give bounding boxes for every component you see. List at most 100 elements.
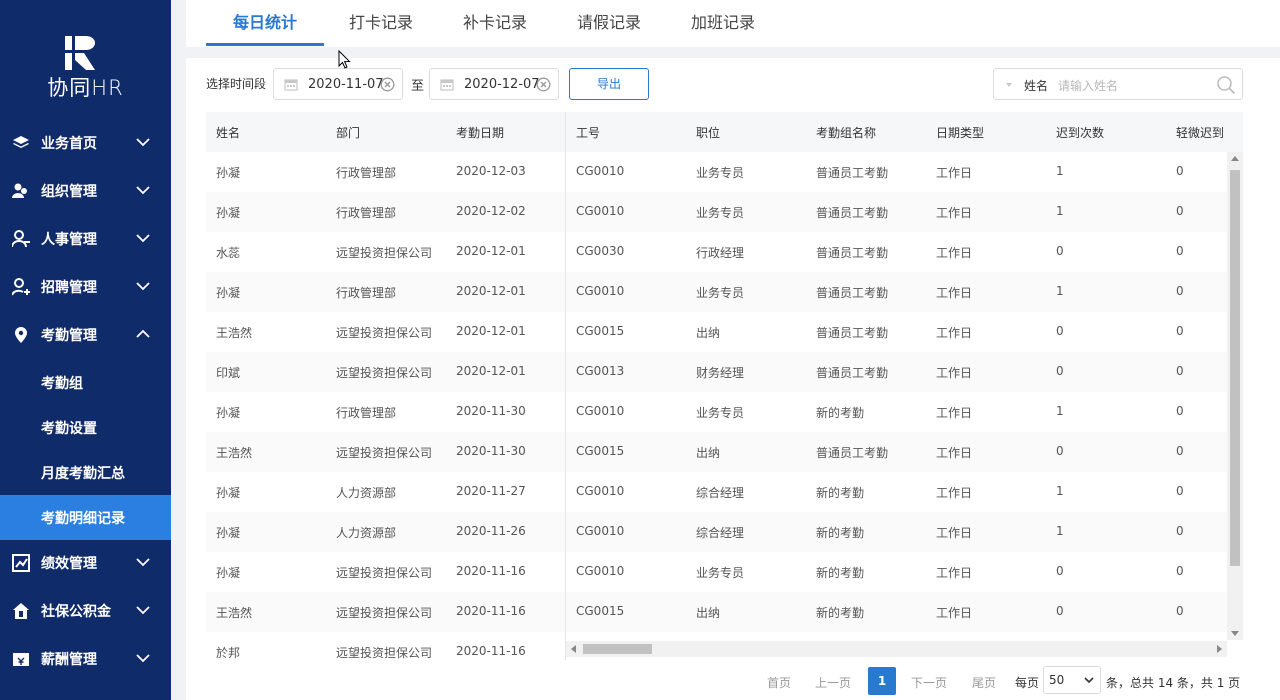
scroll-up-arrow-icon[interactable]	[1231, 156, 1239, 161]
table-row[interactable]: 孙凝 行政管理部 2020-12-01 CG0010 业务专员 普通员工考勤 工作日 1 0	[206, 272, 1243, 312]
submenu-label: 考勤设置	[41, 421, 97, 437]
export-button[interactable]: 导出	[569, 68, 649, 100]
table-cell: 孙凝	[216, 286, 241, 300]
scroll-left-arrow-icon[interactable]	[571, 645, 576, 653]
table-cell: 2020-11-16	[456, 604, 526, 618]
menu-performance[interactable]: 绩效管理	[0, 539, 171, 587]
scrollbar-thumb[interactable]	[1230, 170, 1240, 566]
menu-attendance[interactable]: 考勤管理	[0, 311, 171, 359]
scrollbar-thumb[interactable]	[583, 644, 652, 654]
table-cell: 2020-11-30	[456, 444, 526, 458]
table-cell: 业务专员	[696, 166, 745, 180]
current-page-button[interactable]: 1	[868, 667, 896, 695]
house-icon	[13, 603, 29, 619]
menu-organization[interactable]: 组织管理	[0, 167, 171, 215]
end-date-value: 2020-12-07	[464, 77, 540, 92]
search-icon[interactable]	[1216, 75, 1236, 95]
table-cell: CG0010	[576, 404, 625, 418]
dropdown-caret-icon[interactable]	[1006, 83, 1012, 87]
tab-overtime-records[interactable]: 加班记录	[677, 0, 769, 47]
table-cell: 新的考勤	[816, 486, 865, 500]
table-cell: 普通员工考勤	[816, 446, 889, 460]
tab-clock-records[interactable]: 打卡记录	[335, 0, 427, 47]
table-cell: 工作日	[936, 486, 973, 500]
table-cell: CG0010	[576, 484, 625, 498]
table-row[interactable]: 孙凝 行政管理部 2020-12-03 CG0010 业务专员 普通员工考勤 工作日 1 0	[206, 152, 1243, 192]
submenu-attendance-settings[interactable]: 考勤设置	[0, 405, 171, 450]
menu-payroll[interactable]: 薪酬管理	[0, 635, 171, 683]
clear-icon[interactable]	[536, 77, 551, 92]
app-name: 协同HR	[47, 76, 124, 100]
table-cell: 1	[1056, 404, 1064, 418]
table-cell: 远望投资担保公司	[336, 566, 433, 580]
attendance-table: 姓名 部门 考勤日期 工号 职位 考勤组名称 日期类型 迟到次数 轻微迟到 孙凝 行政管理部 202…	[206, 112, 1243, 660]
tab-daily-stats[interactable]: 每日统计	[206, 0, 324, 47]
table-cell: 综合经理	[696, 486, 745, 500]
start-date-picker[interactable]: 2020-11-07	[273, 68, 403, 100]
table-cell: CG0015	[576, 324, 625, 338]
table-cell: CG0010	[576, 164, 625, 178]
menu-personnel[interactable]: 人事管理	[0, 215, 171, 263]
table-cell: 远望投资担保公司	[336, 646, 433, 660]
menu-recruitment[interactable]: 招聘管理	[0, 263, 171, 311]
table-cell: 2020-12-01	[456, 244, 526, 258]
table-cell: 0	[1056, 604, 1064, 618]
chevron-down-icon	[136, 186, 150, 195]
table-cell: 普通员工考勤	[816, 326, 889, 340]
chevron-down-icon	[136, 138, 150, 147]
menu-business-home[interactable]: 业务首页	[0, 119, 171, 167]
submenu-attendance-details[interactable]: 考勤明细记录	[0, 495, 171, 540]
table-cell: 远望投资担保公司	[336, 606, 433, 620]
menu-social-security[interactable]: 社保公积金	[0, 587, 171, 635]
table-cell: 工作日	[936, 406, 973, 420]
vertical-scrollbar[interactable]	[1227, 152, 1243, 640]
menu-label: 薪酬管理	[41, 652, 97, 668]
table-cell: 业务专员	[696, 406, 745, 420]
table-row[interactable]: 孙凝 行政管理部 2020-12-02 CG0010 业务专员 普通员工考勤 工作日 1 0	[206, 192, 1243, 232]
table-cell: 孙凝	[216, 206, 241, 220]
column-header: 轻微迟到	[1176, 126, 1225, 140]
table-cell: 孙凝	[216, 526, 241, 540]
submenu-attendance-group[interactable]: 考勤组	[0, 360, 171, 405]
table-cell: 2020-12-03	[456, 164, 526, 178]
tab-leave-records[interactable]: 请假记录	[563, 0, 655, 47]
table-row[interactable]: 印斌 远望投资担保公司 2020-12-01 CG0013 财务经理 普通员工考勤 工作日 0…	[206, 352, 1243, 392]
table-cell: 0	[1056, 564, 1064, 578]
tab-makeup-records[interactable]: 补卡记录	[449, 0, 541, 47]
table-row[interactable]: 孙凝 远望投资担保公司 2020-11-16 CG0010 业务专员 新的考勤 工作日 0 0	[206, 552, 1243, 592]
table-row[interactable]: 水蕊 远望投资担保公司 2020-12-01 CG0030 行政经理 普通员工考勤 工作日 0…	[206, 232, 1243, 272]
table-cell: 0	[1176, 164, 1184, 178]
chart-icon	[12, 554, 30, 572]
chevron-down-icon	[136, 654, 150, 663]
table-cell: CG0010	[576, 284, 625, 298]
table-row[interactable]: 孙凝 行政管理部 2020-11-30 CG0010 业务专员 新的考勤 工作日 1 0	[206, 392, 1243, 432]
date-range-separator: 至	[411, 79, 425, 94]
clear-icon[interactable]	[380, 77, 395, 92]
last-page-button[interactable]: 尾页	[972, 674, 996, 691]
end-date-picker[interactable]: 2020-12-07	[429, 68, 559, 100]
start-date-value: 2020-11-07	[308, 77, 384, 92]
table-row[interactable]: 王浩然 远望投资担保公司 2020-11-16 CG0015 出纳 新的考勤 工作日 0 0	[206, 592, 1243, 632]
table-row[interactable]: 孙凝 人力资源部 2020-11-26 CG0010 综合经理 新的考勤 工作日 1 0	[206, 512, 1243, 552]
table-cell: 0	[1176, 484, 1184, 498]
table-cell: 0	[1056, 244, 1064, 258]
table-cell: 工作日	[936, 206, 973, 220]
search-input[interactable]: 请输入姓名	[1058, 77, 1118, 94]
org-icon	[12, 183, 27, 198]
table-row[interactable]: 王浩然 远望投资担保公司 2020-11-30 CG0015 出纳 普通员工考勤 工作日 0 0	[206, 432, 1243, 472]
search-field-selector[interactable]: 姓名	[1024, 77, 1048, 94]
name-search-box[interactable]: 姓名 请输入姓名	[993, 68, 1243, 100]
table-cell: 财务经理	[696, 366, 745, 380]
horizontal-scrollbar[interactable]	[566, 641, 1227, 657]
column-header: 职位	[696, 126, 721, 140]
table-row[interactable]: 孙凝 人力资源部 2020-11-27 CG0010 综合经理 新的考勤 工作日 1 0	[206, 472, 1243, 512]
scroll-down-arrow-icon[interactable]	[1231, 631, 1239, 636]
page-size-select[interactable]: 50	[1043, 666, 1101, 694]
first-page-button[interactable]: 首页	[767, 674, 791, 691]
next-page-button[interactable]: 下一页	[911, 674, 947, 691]
table-cell: 孙凝	[216, 166, 241, 180]
scroll-right-arrow-icon[interactable]	[1217, 645, 1222, 653]
submenu-monthly-summary[interactable]: 月度考勤汇总	[0, 450, 171, 495]
table-row[interactable]: 王浩然 远望投资担保公司 2020-12-01 CG0015 出纳 普通员工考勤 工作日 0 0	[206, 312, 1243, 352]
prev-page-button[interactable]: 上一页	[815, 674, 851, 691]
